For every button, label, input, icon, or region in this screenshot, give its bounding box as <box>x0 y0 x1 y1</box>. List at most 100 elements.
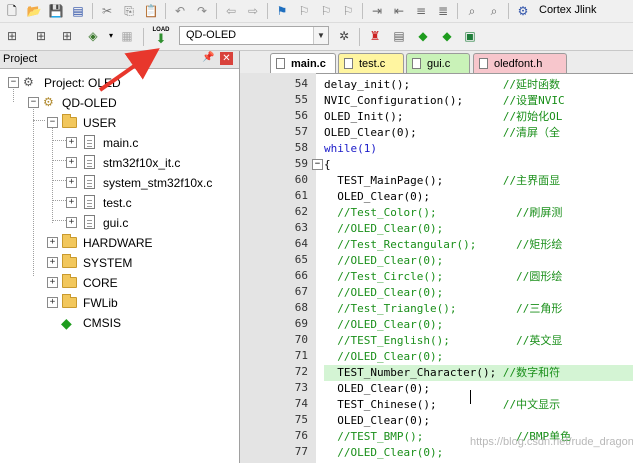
tree-file-system-stm32f10x-c[interactable]: + system_stm32f10x.c <box>0 174 239 192</box>
tree-file-gui-c[interactable]: + gui.c <box>0 214 239 232</box>
tab-oledfont-h[interactable]: oledfont.h <box>473 53 567 73</box>
tree-target[interactable]: − ⚙ QD-OLED <box>0 94 239 112</box>
redo-icon[interactable]: ↷ <box>193 2 211 20</box>
build-icon[interactable]: ⊞ <box>32 27 50 45</box>
code-comment: //TEST_English(); <box>337 334 450 347</box>
pin-icon[interactable]: 📌 <box>202 52 214 63</box>
find-in-files-icon[interactable]: ⌕ <box>463 2 481 20</box>
code-comment: //延时函数 <box>502 78 561 91</box>
pack-installer-icon[interactable]: ▣ <box>461 27 479 45</box>
load-download-button[interactable]: LOAD ⬇ <box>150 25 172 47</box>
stop-build-icon[interactable]: ▦ <box>118 27 136 45</box>
batch-build-icon[interactable]: ◈ <box>84 27 102 45</box>
line-number: 68 <box>294 301 308 314</box>
line-number: 56 <box>294 109 308 122</box>
expand-icon[interactable]: + <box>66 177 77 188</box>
uncomment-icon[interactable]: ≣ <box>434 2 452 20</box>
manage-multiproject-icon[interactable]: ▤ <box>390 27 408 45</box>
collapse-icon[interactable]: − <box>28 97 39 108</box>
expand-icon[interactable]: + <box>47 237 58 248</box>
find-icon[interactable]: ⌕ <box>485 2 503 20</box>
tree-group-fwlib[interactable]: + FWLib <box>0 294 239 312</box>
expand-icon[interactable]: + <box>47 277 58 288</box>
chevron-down-icon: ▼ <box>313 27 328 44</box>
manage-project-items-icon[interactable]: ♜ <box>366 27 384 45</box>
tree-group-system[interactable]: + SYSTEM <box>0 254 239 272</box>
code-text: OLED_Clear(0); <box>337 190 430 203</box>
collapse-icon[interactable]: − <box>8 77 19 88</box>
manage-rte-icon[interactable]: ◆ <box>414 27 432 45</box>
tree-file-stm32f10x-it-c[interactable]: + stm32f10x_it.c <box>0 154 239 172</box>
code-line: //Test_Color(); //刷屏测 <box>324 205 633 221</box>
tree-group-cmsis[interactable]: ◆ CMSIS <box>0 314 239 332</box>
tree-group-user[interactable]: − USER <box>0 114 239 132</box>
expand-icon[interactable]: + <box>47 297 58 308</box>
line-number: 62 <box>294 205 308 218</box>
comment-icon[interactable]: ≡ <box>412 2 430 20</box>
c-file-icon <box>84 215 95 229</box>
code-comment: //Test_Rectangular(); <box>337 238 477 251</box>
tab-label: test.c <box>359 57 386 70</box>
translate-icon[interactable]: ⊞ <box>3 27 21 45</box>
code-line: OLED_Init(); //初始化OL <box>324 109 633 125</box>
tree-file-main-c[interactable]: + main.c <box>0 134 239 152</box>
clear-bookmarks-icon[interactable]: ⚐ <box>339 2 357 20</box>
h-file-icon <box>479 58 488 69</box>
code-text: TEST_Chinese(); <box>337 398 437 411</box>
code-line: //OLED_Clear(0); <box>324 221 633 237</box>
expand-icon[interactable]: + <box>66 217 77 228</box>
code-area[interactable]: delay_init(); //延时函数 NVIC_Configuration()… <box>324 73 633 463</box>
tree-project-label: Project: OLED <box>44 76 121 90</box>
cut-icon[interactable]: ✂ <box>98 2 116 20</box>
save-all-icon[interactable]: ▤ <box>69 2 87 20</box>
folder-icon <box>62 254 77 268</box>
code-comment: //三角形 <box>516 302 563 315</box>
nav-back-icon[interactable]: ⇦ <box>222 2 240 20</box>
new-file-icon[interactable]: 🗋 <box>3 2 21 20</box>
copy-icon[interactable]: ⎘ <box>120 2 138 20</box>
open-folder-icon[interactable]: 📂 <box>25 2 43 20</box>
nav-forward-icon[interactable]: ⇨ <box>244 2 262 20</box>
rebuild-icon[interactable]: ⊞ <box>58 27 76 45</box>
next-bookmark-icon[interactable]: ⚐ <box>317 2 335 20</box>
expand-icon[interactable]: + <box>66 137 77 148</box>
collapse-icon[interactable]: − <box>47 117 58 128</box>
close-icon[interactable]: ✕ <box>220 52 233 65</box>
tab-main-c[interactable]: main.c <box>270 53 336 73</box>
tree-group-core[interactable]: + CORE <box>0 274 239 292</box>
unindent-icon[interactable]: ⇤ <box>390 2 408 20</box>
code-line: OLED_Clear(0); //清屏（全 <box>324 125 633 141</box>
c-file-icon <box>276 58 285 69</box>
tree-file-label: stm32f10x_it.c <box>103 156 181 170</box>
tree-project-root[interactable]: − ⚙ Project: OLED <box>0 74 239 92</box>
tab-test-c[interactable]: test.c <box>338 53 404 73</box>
save-icon[interactable]: 💾 <box>47 2 65 20</box>
expand-icon[interactable]: + <box>47 257 58 268</box>
project-panel-title: Project <box>3 53 38 65</box>
c-file-icon <box>84 175 95 189</box>
undo-icon[interactable]: ↶ <box>171 2 189 20</box>
expand-icon[interactable]: + <box>66 157 77 168</box>
line-number: 57 <box>294 125 308 138</box>
paste-icon[interactable]: 📋 <box>142 2 160 20</box>
tree-group-label: CMSIS <box>83 316 122 330</box>
editor-tabs: main.c test.c gui.c oledfont.h <box>240 51 633 74</box>
select-software-packs-icon[interactable]: ◆ <box>438 27 456 45</box>
tab-gui-c[interactable]: gui.c <box>406 53 470 73</box>
code-comment: //Test_Color(); <box>337 206 437 219</box>
code-comment: //OLED_Clear(0); <box>337 286 444 299</box>
line-number: 66 <box>294 269 308 282</box>
tree-group-hardware[interactable]: + HARDWARE <box>0 234 239 252</box>
tree-group-label: USER <box>83 116 117 130</box>
bookmark-icon[interactable]: ⚑ <box>273 2 291 20</box>
debug-config-icon[interactable]: ⚙ <box>514 2 532 20</box>
tree-file-test-c[interactable]: + test.c <box>0 194 239 212</box>
code-line: //TEST_English(); //英文显 <box>324 333 633 349</box>
standard-toolbar: 🗋 📂 💾 ▤ ✂ ⎘ 📋 ↶ ↷ ⇦ ⇨ ⚑ ⚐ ⚐ ⚐ ⇥ ⇤ ≡ ≣ ⌕ … <box>0 0 633 23</box>
indent-icon[interactable]: ⇥ <box>368 2 386 20</box>
expand-icon[interactable]: + <box>66 197 77 208</box>
fold-collapse-icon[interactable]: − <box>312 159 323 170</box>
target-options-icon[interactable]: ✲ <box>335 27 353 45</box>
c-file-icon <box>84 155 95 169</box>
prev-bookmark-icon[interactable]: ⚐ <box>295 2 313 20</box>
